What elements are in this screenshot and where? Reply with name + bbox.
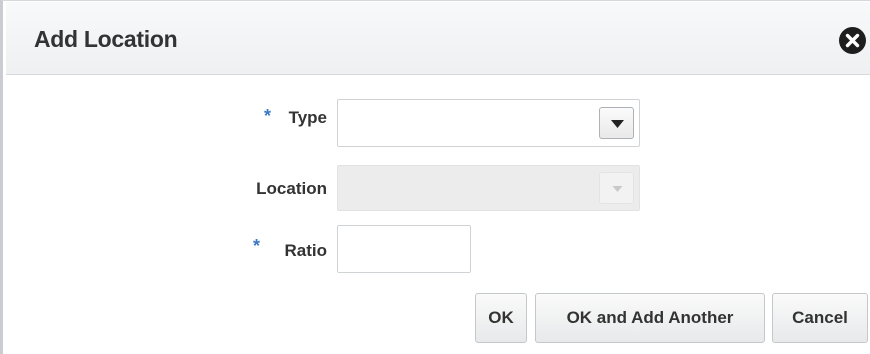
type-dropdown-button[interactable] <box>599 107 634 139</box>
cancel-button[interactable]: Cancel <box>772 293 868 343</box>
type-label: Type <box>288 108 327 127</box>
location-select <box>337 165 640 211</box>
chevron-down-icon <box>612 186 623 192</box>
dialog-header: Add Location <box>6 2 870 75</box>
location-dropdown-button <box>599 172 634 204</box>
ok-button[interactable]: OK <box>475 293 527 343</box>
ratio-label: Ratio <box>284 241 328 260</box>
ratio-required-marker: * <box>253 236 261 256</box>
add-location-dialog: Add Location * Type Location * Ratio OK … <box>0 0 870 354</box>
chevron-down-icon <box>611 120 624 128</box>
dialog-title: Add Location <box>34 26 178 52</box>
ratio-input[interactable] <box>337 225 471 273</box>
type-required-marker: * <box>264 106 272 126</box>
ok-and-add-another-button[interactable]: OK and Add Another <box>535 293 765 343</box>
location-label: Location <box>256 179 327 198</box>
close-icon[interactable] <box>839 27 866 54</box>
type-select[interactable] <box>337 99 640 147</box>
